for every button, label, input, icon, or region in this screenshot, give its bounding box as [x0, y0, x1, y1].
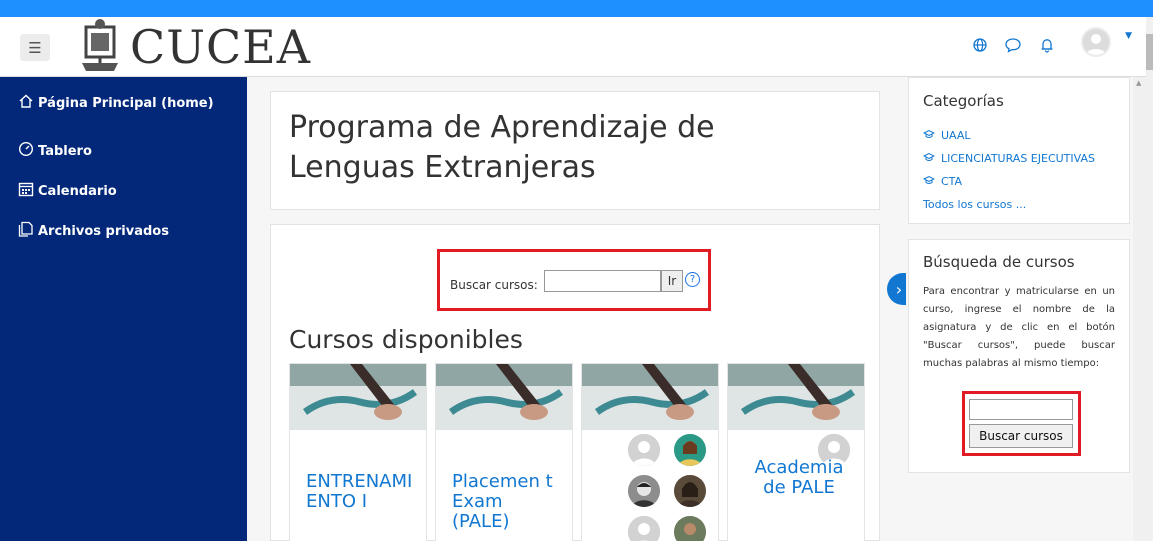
sidebar-item-calendar[interactable]: Calendario [0, 171, 247, 211]
chevron-right-icon: › [895, 279, 903, 299]
course-search-block: Búsqueda de cursos Para encontrar y matr… [908, 239, 1130, 473]
teacher-avatar[interactable] [672, 514, 708, 541]
top-navbar: ☰ CUCEA ▼ [0, 17, 1146, 77]
navbar-icons: ▼ [946, 17, 1146, 77]
search-go-button[interactable]: Ir [661, 270, 683, 292]
section-title: Cursos disponibles [289, 325, 523, 354]
category-item[interactable]: UAAL [922, 124, 1129, 147]
right-blocks-column: Categorías UAAL LICENCIATURAS EJECUTIVAS… [906, 77, 1146, 541]
files-icon [18, 221, 38, 241]
teacher-avatar[interactable] [672, 432, 708, 468]
page-title: Programa de Aprendizaje de Lenguas Extra… [289, 110, 715, 185]
sidebar-item-label: Página Principal (home) [38, 95, 214, 111]
category-label[interactable]: LICENCIATURAS EJECUTIVAS [941, 147, 1095, 170]
sidebar-item-label: Calendario [38, 183, 117, 199]
graduation-cap-icon [922, 170, 941, 193]
search-description: Para encontrar y matricularse en un curs… [923, 286, 1115, 369]
buscar-cursos-button[interactable]: Buscar cursos [969, 424, 1073, 448]
calendar-icon [18, 181, 38, 201]
search-label: Buscar cursos: [450, 278, 538, 292]
scroll-up-arrow-icon[interactable]: ▲ [1136, 79, 1141, 87]
scrollbar-thumb[interactable] [1146, 34, 1153, 70]
course-image[interactable] [582, 364, 718, 430]
sidebar-item-dashboard[interactable]: Tablero [0, 131, 247, 171]
all-courses-link[interactable]: Todos los cursos ... [923, 193, 1129, 216]
teacher-avatar[interactable] [672, 473, 708, 509]
university-crest-logo[interactable] [76, 17, 124, 75]
course-listing-card: Buscar cursos: Ir ? Cursos disponibles E… [270, 224, 880, 541]
sidebar-item-label: Tablero [38, 143, 92, 159]
graduation-cap-icon [922, 147, 941, 170]
block-search-input[interactable] [969, 399, 1073, 420]
page-header-card: Programa de Aprendizaje de Lenguas Extra… [270, 91, 880, 210]
left-sidebar: Página Principal (home) Tablero Calendar… [0, 77, 247, 541]
help-icon[interactable]: ? [685, 272, 700, 287]
teacher-avatar[interactable] [626, 473, 662, 509]
chat-bubble-icon[interactable] [1004, 37, 1022, 57]
category-label[interactable]: UAAL [941, 124, 971, 147]
course-image[interactable] [436, 364, 572, 430]
course-card[interactable]: ENTRENAMI ENTO I [289, 363, 427, 541]
sidebar-item-private-files[interactable]: Archivos privados [0, 211, 247, 251]
block-title: Búsqueda de cursos [923, 253, 1075, 271]
block-title: Categorías [923, 92, 1004, 110]
course-search-form: Buscar cursos: Ir ? [437, 249, 711, 311]
sidebar-item-label: Archivos privados [38, 223, 169, 239]
dashboard-icon [18, 141, 38, 161]
globe-icon[interactable] [972, 37, 988, 57]
caret-down-icon[interactable]: ▼ [1125, 31, 1132, 41]
categories-block: Categorías UAAL LICENCIATURAS EJECUTIVAS… [908, 77, 1130, 224]
course-name[interactable]: Placemen t Exam (PALE) [452, 472, 562, 532]
category-item[interactable]: CTA [922, 170, 1129, 193]
graduation-cap-icon [922, 124, 941, 147]
teacher-avatar[interactable] [626, 432, 662, 468]
home-icon [18, 94, 38, 112]
category-label[interactable]: CTA [941, 170, 962, 193]
sidebar-item-home[interactable]: Página Principal (home) [0, 91, 247, 115]
teacher-avatar[interactable] [626, 514, 662, 541]
bell-icon[interactable] [1040, 37, 1054, 57]
course-name[interactable]: Academia de PALE [744, 458, 854, 498]
window-scrollbar[interactable] [1146, 17, 1153, 541]
course-image[interactable] [290, 364, 426, 430]
course-card[interactable] [581, 363, 719, 541]
main-content: Programa de Aprendizaje de Lenguas Extra… [247, 77, 906, 541]
category-item[interactable]: LICENCIATURAS EJECUTIVAS [922, 147, 1129, 170]
search-input[interactable] [544, 270, 661, 292]
course-card[interactable]: Academia de PALE [727, 363, 865, 541]
course-name[interactable]: ENTRENAMI ENTO I [306, 472, 416, 512]
course-image[interactable] [728, 364, 864, 430]
course-card[interactable]: Placemen t Exam (PALE) [435, 363, 573, 541]
site-brand[interactable]: CUCEA [130, 21, 311, 73]
hamburger-icon: ☰ [28, 38, 42, 57]
block-search-form: Buscar cursos [962, 391, 1081, 456]
inner-scrollbar[interactable]: ▲ [1133, 77, 1146, 541]
user-avatar[interactable] [1081, 27, 1111, 57]
hamburger-menu-button[interactable]: ☰ [20, 34, 50, 61]
